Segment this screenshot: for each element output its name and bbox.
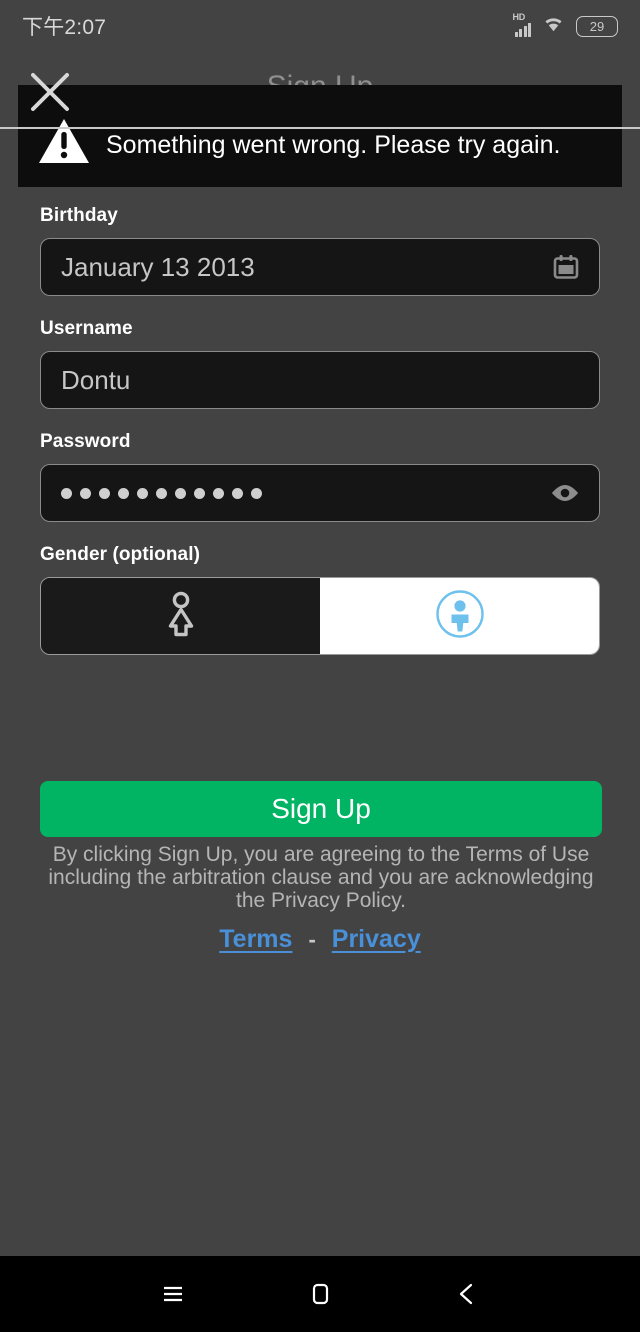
hd-label: HD xyxy=(512,12,526,22)
birthday-value: January 13 2013 xyxy=(61,251,255,282)
password-field-group: Password xyxy=(40,431,600,522)
legal-link-separator: - xyxy=(308,926,316,952)
error-toast[interactable]: Something went wrong. Please try again. xyxy=(18,85,622,187)
gender-label: Gender (optional) xyxy=(40,544,201,565)
password-dot xyxy=(118,487,129,499)
back-button[interactable] xyxy=(437,1264,497,1324)
header-divider xyxy=(0,127,640,129)
birthday-label: Birthday xyxy=(40,205,118,226)
password-dot xyxy=(137,487,148,499)
wifi-icon xyxy=(542,15,565,38)
close-button[interactable] xyxy=(24,66,76,118)
warning-triangle-icon xyxy=(38,117,90,170)
birthday-input[interactable]: January 13 2013 xyxy=(40,238,600,296)
password-dot xyxy=(156,487,167,499)
status-bar: 下午2:07 HD 29 xyxy=(0,0,640,52)
password-dot xyxy=(194,487,205,499)
password-dot xyxy=(175,487,186,499)
eye-icon[interactable] xyxy=(549,481,581,505)
close-icon xyxy=(31,73,69,111)
gender-segmented-control xyxy=(40,577,600,655)
terms-link[interactable]: Terms xyxy=(219,925,292,954)
signal-bars-icon: HD xyxy=(512,12,531,37)
error-toast-message: Something went wrong. Please try again. xyxy=(106,130,561,159)
password-label: Password xyxy=(40,431,131,452)
battery-level: 29 xyxy=(589,18,605,34)
signup-button[interactable]: Sign Up xyxy=(40,781,602,837)
home-button[interactable] xyxy=(290,1264,350,1324)
password-dot xyxy=(213,487,224,499)
signal-bars-glyph xyxy=(514,22,531,37)
birthday-field-group: Birthday January 13 2013 xyxy=(40,205,600,296)
battery-indicator: 29 xyxy=(576,15,618,37)
privacy-link[interactable]: Privacy xyxy=(332,925,421,954)
app-screen: 下午2:07 HD 29 Sign Up xyxy=(0,0,640,1332)
signup-form: Birthday January 13 2013 Username Dontu xyxy=(0,205,640,677)
home-square-icon xyxy=(312,1283,329,1305)
username-label: Username xyxy=(40,318,133,339)
menu-icon xyxy=(164,1286,183,1302)
status-clock: 下午2:07 xyxy=(22,16,107,39)
calendar-icon[interactable] xyxy=(551,252,581,282)
username-input[interactable]: Dontu xyxy=(40,351,600,409)
password-dot xyxy=(251,487,262,499)
status-icons: HD 29 xyxy=(512,12,618,38)
male-person-circle-icon xyxy=(434,588,486,645)
password-input[interactable] xyxy=(40,464,600,522)
username-value: Dontu xyxy=(61,364,131,395)
gender-field-group: Gender (optional) xyxy=(40,544,600,655)
gender-option-female[interactable] xyxy=(41,578,320,654)
password-dot xyxy=(99,487,110,499)
username-field-group: Username Dontu xyxy=(40,318,600,409)
back-chevron-icon xyxy=(459,1283,472,1305)
recents-button[interactable] xyxy=(143,1264,203,1324)
legal-links: Terms - Privacy xyxy=(0,925,640,954)
gender-option-male[interactable] xyxy=(320,578,599,654)
password-dot xyxy=(232,487,243,499)
password-masked-value xyxy=(61,487,549,499)
android-navigation-bar xyxy=(0,1256,640,1332)
password-dot xyxy=(80,487,91,499)
password-dot xyxy=(61,487,72,499)
legal-disclaimer: By clicking Sign Up, you are agreeing to… xyxy=(48,843,594,912)
female-person-icon xyxy=(160,589,202,644)
